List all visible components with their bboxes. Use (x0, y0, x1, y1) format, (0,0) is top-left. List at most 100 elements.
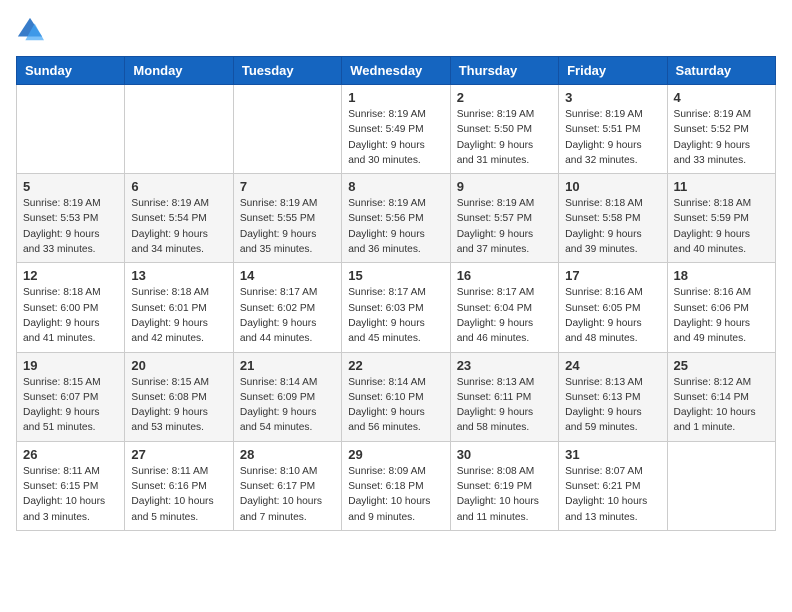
day-info-text: Sunrise: 8:11 AM Sunset: 6:15 PM Dayligh… (23, 464, 118, 525)
day-number: 8 (348, 179, 443, 194)
day-number: 27 (131, 447, 226, 462)
page-header (16, 16, 776, 44)
calendar-day-cell (233, 85, 341, 174)
day-info-text: Sunrise: 8:17 AM Sunset: 6:02 PM Dayligh… (240, 285, 335, 346)
day-of-week-header: Friday (559, 57, 667, 85)
day-number: 12 (23, 268, 118, 283)
day-info-text: Sunrise: 8:19 AM Sunset: 5:49 PM Dayligh… (348, 107, 443, 168)
day-number: 18 (674, 268, 769, 283)
calendar-day-cell: 8 Sunrise: 8:19 AM Sunset: 5:56 PM Daylig… (342, 174, 450, 263)
calendar-day-cell: 16 Sunrise: 8:17 AM Sunset: 6:04 PM Dayli… (450, 263, 558, 352)
day-info-text: Sunrise: 8:19 AM Sunset: 5:56 PM Dayligh… (348, 196, 443, 257)
calendar-day-cell: 21 Sunrise: 8:14 AM Sunset: 6:09 PM Dayli… (233, 352, 341, 441)
day-info-text: Sunrise: 8:14 AM Sunset: 6:09 PM Dayligh… (240, 375, 335, 436)
calendar-week-row: 19 Sunrise: 8:15 AM Sunset: 6:07 PM Dayli… (17, 352, 776, 441)
calendar-day-cell: 10 Sunrise: 8:18 AM Sunset: 5:58 PM Dayli… (559, 174, 667, 263)
calendar-day-cell: 30 Sunrise: 8:08 AM Sunset: 6:19 PM Dayli… (450, 441, 558, 530)
day-number: 19 (23, 358, 118, 373)
day-of-week-header: Thursday (450, 57, 558, 85)
day-info-text: Sunrise: 8:19 AM Sunset: 5:52 PM Dayligh… (674, 107, 769, 168)
day-info-text: Sunrise: 8:19 AM Sunset: 5:53 PM Dayligh… (23, 196, 118, 257)
day-info-text: Sunrise: 8:10 AM Sunset: 6:17 PM Dayligh… (240, 464, 335, 525)
day-of-week-header: Saturday (667, 57, 775, 85)
logo (16, 16, 48, 44)
calendar-day-cell: 15Sunrise: 8:17 AM Sunset: 6:03 PM Dayli… (342, 263, 450, 352)
calendar-day-cell: 22Sunrise: 8:14 AM Sunset: 6:10 PM Dayli… (342, 352, 450, 441)
calendar-week-row: 26 Sunrise: 8:11 AM Sunset: 6:15 PM Dayli… (17, 441, 776, 530)
day-number: 13 (131, 268, 226, 283)
day-number: 10 (565, 179, 660, 194)
day-number: 15 (348, 268, 443, 283)
day-number: 9 (457, 179, 552, 194)
day-info-text: Sunrise: 8:16 AM Sunset: 6:06 PM Dayligh… (674, 285, 769, 346)
day-number: 4 (674, 90, 769, 105)
calendar-day-cell: 26 Sunrise: 8:11 AM Sunset: 6:15 PM Dayli… (17, 441, 125, 530)
day-info-text: Sunrise: 8:13 AM Sunset: 6:13 PM Dayligh… (565, 375, 660, 436)
day-info-text: Sunrise: 8:17 AM Sunset: 6:04 PM Dayligh… (457, 285, 552, 346)
calendar-day-cell: 2 Sunrise: 8:19 AM Sunset: 5:50 PM Daylig… (450, 85, 558, 174)
calendar-day-cell: 5 Sunrise: 8:19 AM Sunset: 5:53 PM Daylig… (17, 174, 125, 263)
day-info-text: Sunrise: 8:07 AM Sunset: 6:21 PM Dayligh… (565, 464, 660, 525)
day-number: 29 (348, 447, 443, 462)
calendar-week-row: 12 Sunrise: 8:18 AM Sunset: 6:00 PM Dayli… (17, 263, 776, 352)
calendar-day-cell: 18 Sunrise: 8:16 AM Sunset: 6:06 PM Dayli… (667, 263, 775, 352)
logo-icon (16, 16, 44, 44)
day-info-text: Sunrise: 8:19 AM Sunset: 5:57 PM Dayligh… (457, 196, 552, 257)
day-of-week-header: Monday (125, 57, 233, 85)
day-number: 26 (23, 447, 118, 462)
day-info-text: Sunrise: 8:19 AM Sunset: 5:54 PM Dayligh… (131, 196, 226, 257)
day-info-text: Sunrise: 8:19 AM Sunset: 5:50 PM Dayligh… (457, 107, 552, 168)
calendar-day-cell: 24Sunrise: 8:13 AM Sunset: 6:13 PM Dayli… (559, 352, 667, 441)
day-info-text: Sunrise: 8:14 AM Sunset: 6:10 PM Dayligh… (348, 375, 443, 436)
day-info-text: Sunrise: 8:12 AM Sunset: 6:14 PM Dayligh… (674, 375, 769, 436)
day-number: 6 (131, 179, 226, 194)
calendar-day-cell: 11Sunrise: 8:18 AM Sunset: 5:59 PM Dayli… (667, 174, 775, 263)
day-info-text: Sunrise: 8:19 AM Sunset: 5:51 PM Dayligh… (565, 107, 660, 168)
calendar-day-cell (667, 441, 775, 530)
day-number: 31 (565, 447, 660, 462)
day-number: 11 (674, 179, 769, 194)
day-info-text: Sunrise: 8:08 AM Sunset: 6:19 PM Dayligh… (457, 464, 552, 525)
day-number: 21 (240, 358, 335, 373)
calendar-day-cell: 13 Sunrise: 8:18 AM Sunset: 6:01 PM Dayli… (125, 263, 233, 352)
day-info-text: Sunrise: 8:19 AM Sunset: 5:55 PM Dayligh… (240, 196, 335, 257)
day-number: 5 (23, 179, 118, 194)
calendar-day-cell (125, 85, 233, 174)
day-info-text: Sunrise: 8:18 AM Sunset: 6:01 PM Dayligh… (131, 285, 226, 346)
calendar-day-cell: 14 Sunrise: 8:17 AM Sunset: 6:02 PM Dayli… (233, 263, 341, 352)
day-number: 17 (565, 268, 660, 283)
day-number: 30 (457, 447, 552, 462)
day-number: 16 (457, 268, 552, 283)
calendar-day-cell: 19 Sunrise: 8:15 AM Sunset: 6:07 PM Dayli… (17, 352, 125, 441)
calendar-day-cell: 28 Sunrise: 8:10 AM Sunset: 6:17 PM Dayli… (233, 441, 341, 530)
day-number: 2 (457, 90, 552, 105)
day-info-text: Sunrise: 8:11 AM Sunset: 6:16 PM Dayligh… (131, 464, 226, 525)
calendar-day-cell: 4 Sunrise: 8:19 AM Sunset: 5:52 PM Daylig… (667, 85, 775, 174)
day-info-text: Sunrise: 8:15 AM Sunset: 6:07 PM Dayligh… (23, 375, 118, 436)
day-of-week-header: Tuesday (233, 57, 341, 85)
calendar-day-cell: 31 Sunrise: 8:07 AM Sunset: 6:21 PM Dayli… (559, 441, 667, 530)
calendar-day-cell: 25 Sunrise: 8:12 AM Sunset: 6:14 PM Dayli… (667, 352, 775, 441)
calendar-day-cell: 29Sunrise: 8:09 AM Sunset: 6:18 PM Dayli… (342, 441, 450, 530)
day-info-text: Sunrise: 8:16 AM Sunset: 6:05 PM Dayligh… (565, 285, 660, 346)
calendar-day-cell: 3Sunrise: 8:19 AM Sunset: 5:51 PM Daylig… (559, 85, 667, 174)
calendar-header-row: SundayMondayTuesdayWednesdayThursdayFrid… (17, 57, 776, 85)
calendar-day-cell: 7 Sunrise: 8:19 AM Sunset: 5:55 PM Daylig… (233, 174, 341, 263)
day-number: 14 (240, 268, 335, 283)
day-number: 7 (240, 179, 335, 194)
calendar-day-cell: 23Sunrise: 8:13 AM Sunset: 6:11 PM Dayli… (450, 352, 558, 441)
calendar-day-cell: 1 Sunrise: 8:19 AM Sunset: 5:49 PM Daylig… (342, 85, 450, 174)
calendar-day-cell (17, 85, 125, 174)
calendar-day-cell: 6 Sunrise: 8:19 AM Sunset: 5:54 PM Daylig… (125, 174, 233, 263)
day-number: 25 (674, 358, 769, 373)
calendar-day-cell: 12 Sunrise: 8:18 AM Sunset: 6:00 PM Dayli… (17, 263, 125, 352)
day-info-text: Sunrise: 8:18 AM Sunset: 5:58 PM Dayligh… (565, 196, 660, 257)
day-info-text: Sunrise: 8:18 AM Sunset: 6:00 PM Dayligh… (23, 285, 118, 346)
day-of-week-header: Wednesday (342, 57, 450, 85)
day-number: 1 (348, 90, 443, 105)
calendar-day-cell: 27 Sunrise: 8:11 AM Sunset: 6:16 PM Dayli… (125, 441, 233, 530)
day-number: 28 (240, 447, 335, 462)
calendar-day-cell: 9 Sunrise: 8:19 AM Sunset: 5:57 PM Daylig… (450, 174, 558, 263)
calendar-week-row: 1 Sunrise: 8:19 AM Sunset: 5:49 PM Daylig… (17, 85, 776, 174)
calendar-table: SundayMondayTuesdayWednesdayThursdayFrid… (16, 56, 776, 531)
